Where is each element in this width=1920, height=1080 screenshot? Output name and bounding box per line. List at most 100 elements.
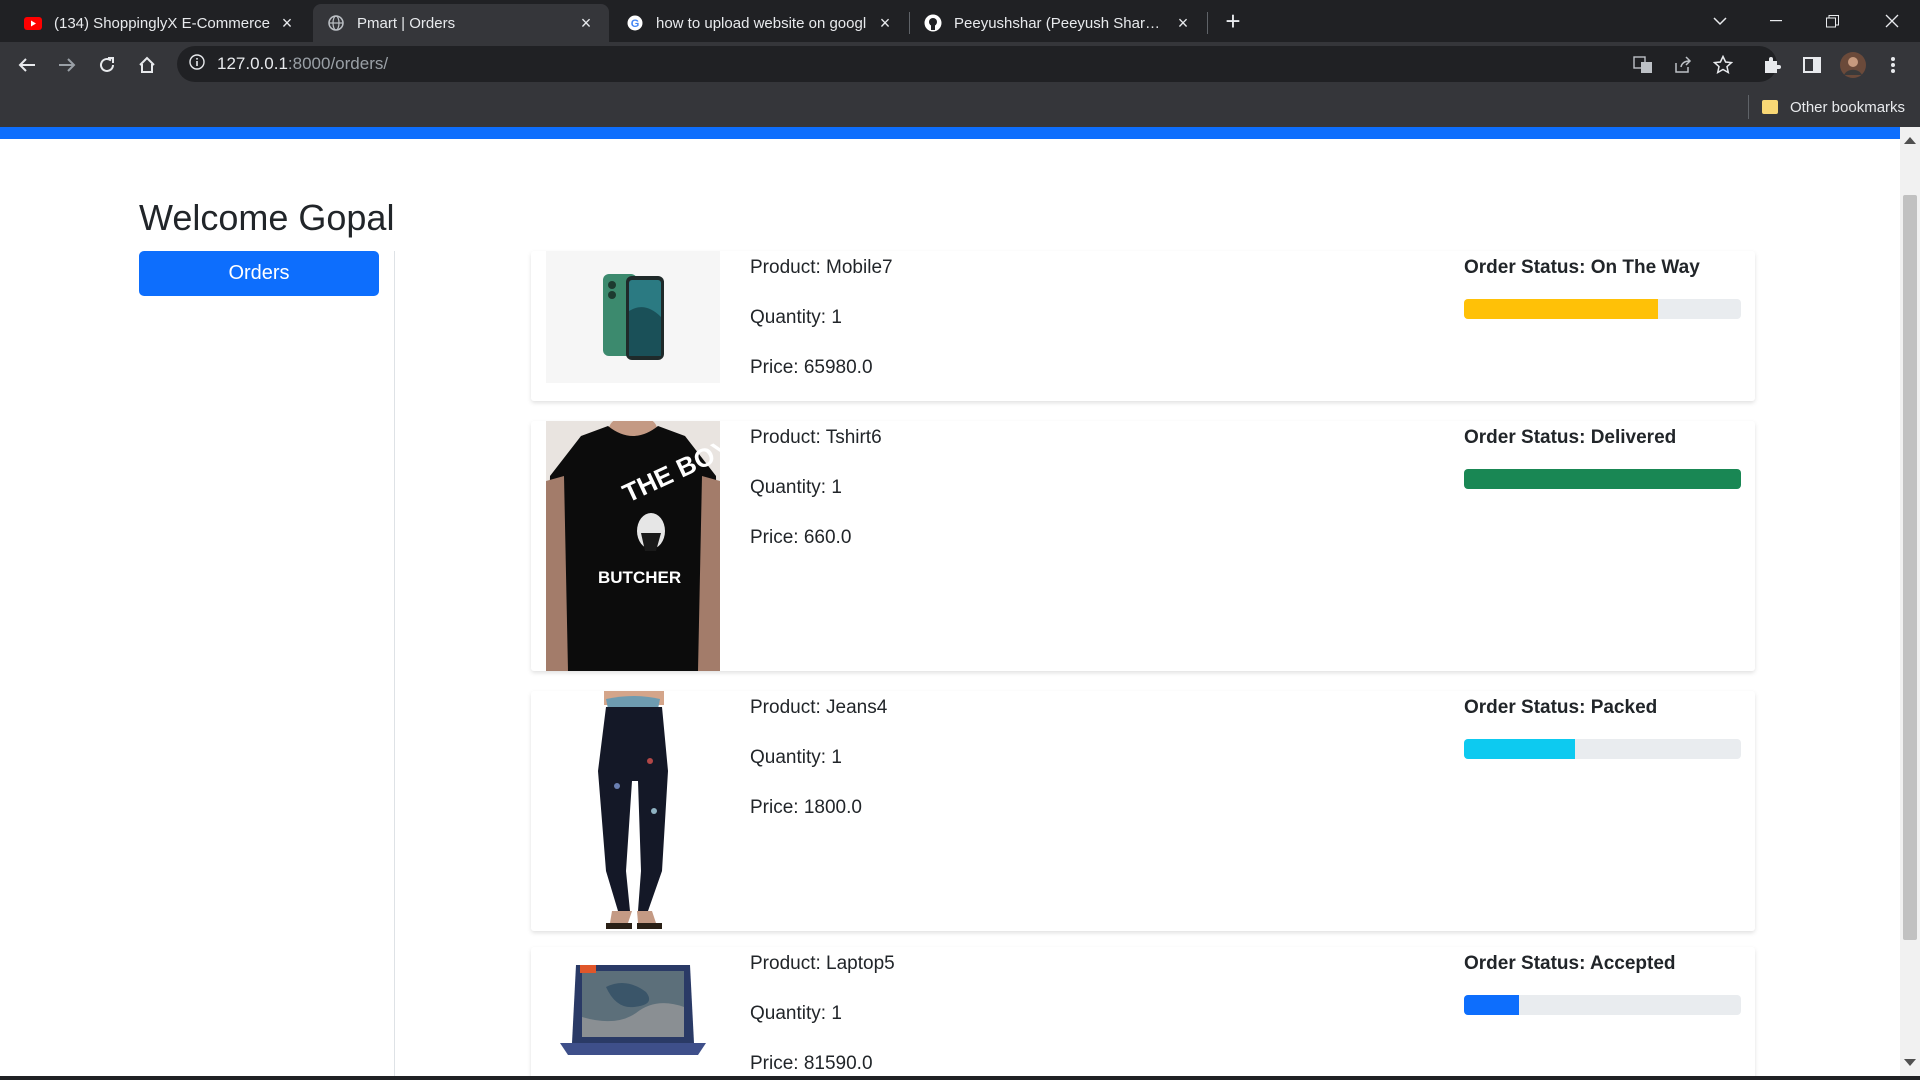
reload-button[interactable] [92,50,122,80]
tab-google-search[interactable]: G how to upload website on googl × [612,4,908,42]
progress-bar-fill [1464,739,1575,759]
tab-title: Pmart | Orders [357,14,456,32]
sidebar-divider [394,251,395,1076]
product-name: Product: Tshirt6 [750,427,882,448]
share-icon [1675,56,1692,73]
order-card: THE BOYS BUTCHER Product: Tshirt6 Quanti… [531,421,1755,671]
product-quantity: Quantity: 1 [750,747,842,768]
product-price: Price: 660.0 [750,527,852,548]
product-quantity: Quantity: 1 [750,307,842,328]
home-button[interactable] [132,50,162,80]
url-host: 127.0.0.1 [217,54,288,73]
google-icon: G [626,14,644,32]
tab-title: (134) ShoppinglyX E-Commerce [54,14,270,32]
menu-button[interactable] [1878,50,1908,80]
address-bar[interactable]: 127.0.0.1:8000/orders/ [177,46,1777,82]
translate-button[interactable] [1628,50,1658,80]
order-card: Product: Mobile7 Quantity: 1 Price: 6598… [531,251,1755,401]
bookmarks-separator [1748,95,1749,119]
tab-separator [1207,12,1208,34]
product-image-jeans[interactable] [546,691,720,931]
svg-text:G: G [631,18,640,30]
arrow-right-icon [59,58,76,72]
status-progress [1464,739,1741,759]
reload-icon [100,57,114,72]
new-tab-button[interactable]: + [1219,6,1247,36]
welcome-heading: Welcome Gopal [139,197,395,238]
avatar-icon [1840,52,1866,78]
info-icon[interactable] [189,53,205,75]
side-panel-icon [1803,57,1821,73]
order-status: Order Status: Delivered [1464,427,1677,448]
status-progress [1464,995,1741,1015]
close-icon[interactable]: × [278,13,296,33]
product-image-laptop[interactable] [546,947,720,1076]
tab-title: Peeyushshar (Peeyush Sharma) · [954,14,1166,32]
tab-strip: (134) ShoppinglyX E-Commerce × Pmart | O… [0,0,1920,42]
scrollbar-thumb[interactable] [1903,195,1917,940]
scroll-up-icon[interactable] [1904,137,1916,144]
share-button[interactable] [1668,50,1698,80]
progress-bar-fill [1464,995,1520,1015]
back-button[interactable] [12,50,42,80]
page-viewport: Welcome Gopal Orders Product: Mobile7 Qu… [0,127,1900,1076]
bookmarks-bar: Other bookmarks [0,87,1920,127]
product-price: Price: 81590.0 [750,1053,873,1074]
restore-button[interactable] [1804,0,1860,42]
forward-button[interactable] [52,50,82,80]
star-icon [1713,55,1733,74]
product-quantity: Quantity: 1 [750,477,842,498]
product-name: Product: Laptop5 [750,953,895,974]
status-progress [1464,469,1741,489]
other-bookmarks[interactable]: Other bookmarks [1762,95,1905,119]
minimize-button[interactable] [1748,0,1804,42]
globe-icon [327,14,345,32]
more-vert-icon [1891,57,1895,73]
puzzle-icon [1765,57,1781,73]
close-icon[interactable]: × [577,13,595,33]
tab-shoppinglyx[interactable]: (134) ShoppinglyX E-Commerce × [10,4,310,42]
scroll-down-icon[interactable] [1904,1059,1916,1066]
close-icon[interactable]: × [876,13,894,33]
status-progress [1464,299,1741,319]
side-panel-button[interactable] [1797,50,1827,80]
tab-search-button[interactable] [1692,0,1748,42]
close-icon [1885,14,1899,28]
tab-title: how to upload website on googl [656,14,867,32]
order-card: Product: Laptop5 Quantity: 1 Price: 8159… [531,947,1755,1076]
tab-github[interactable]: Peeyushshar (Peeyush Sharma) · × [910,4,1206,42]
url-text: 127.0.0.1:8000/orders/ [217,54,388,74]
chevron-down-icon [1713,16,1727,25]
order-card: Product: Jeans4 Quantity: 1 Price: 1800.… [531,691,1755,931]
bookmark-star-button[interactable] [1708,50,1738,80]
folder-icon [1762,100,1778,114]
extensions-button[interactable] [1757,50,1787,80]
progress-bar-fill [1464,469,1741,489]
product-price: Price: 1800.0 [750,797,862,818]
arrow-left-icon [18,58,35,72]
other-bookmarks-label: Other bookmarks [1790,98,1906,116]
close-icon[interactable]: × [1174,13,1192,33]
product-name: Product: Jeans4 [750,697,888,718]
profile-avatar[interactable] [1838,50,1868,80]
svg-text:BUTCHER: BUTCHER [598,568,681,587]
product-price: Price: 65980.0 [750,357,873,378]
product-image-tshirt[interactable]: THE BOYS BUTCHER [546,421,720,671]
product-name: Product: Mobile7 [750,257,893,278]
order-status: Order Status: Accepted [1464,953,1676,974]
navbar-strip [0,127,1900,139]
github-icon [924,14,942,32]
restore-icon [1825,14,1839,27]
tab-pmart-orders[interactable]: Pmart | Orders × [313,4,609,42]
page-scrollbar[interactable] [1900,127,1920,1076]
product-image-smartphone[interactable] [546,251,720,383]
orders-button[interactable]: Orders [139,251,379,296]
order-status: Order Status: On The Way [1464,257,1700,278]
home-icon [139,56,155,73]
minimize-icon [1770,20,1782,22]
order-status: Order Status: Packed [1464,697,1658,718]
translate-icon [1633,56,1652,73]
youtube-icon [24,14,42,32]
close-window-button[interactable] [1864,0,1920,42]
url-path: :8000/orders/ [287,54,389,73]
